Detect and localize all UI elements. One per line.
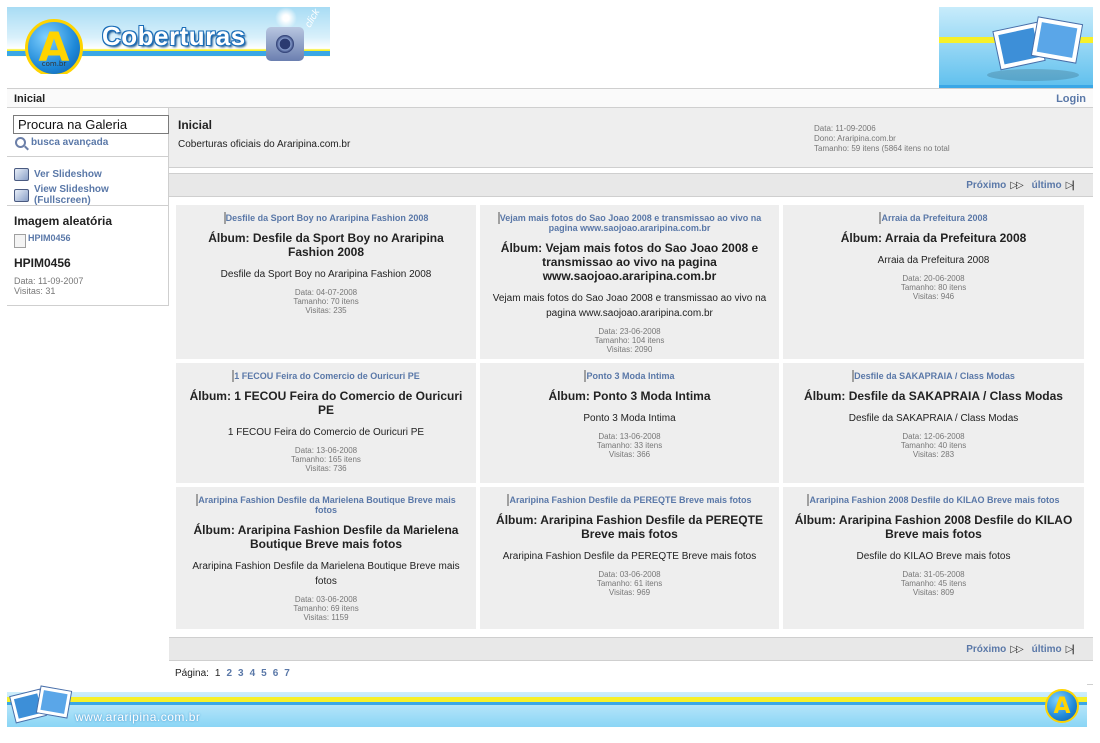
album-item-meta: Data: 23-06-2008 Tamanho: 104 itens Visi… bbox=[594, 327, 665, 354]
album-description: Coberturas oficiais do Araripina.com.br bbox=[178, 139, 351, 150]
login-link[interactable]: Login bbox=[1056, 93, 1086, 105]
header: A com.br Coberturas click bbox=[7, 6, 1093, 88]
photos-banner bbox=[939, 7, 1093, 88]
advanced-search-link[interactable]: busca avançada bbox=[15, 137, 108, 148]
gallery-search-input[interactable] bbox=[13, 115, 169, 134]
album-item: Desfile da Sport Boy no Araripina Fashio… bbox=[176, 205, 476, 359]
album-thumb[interactable]: Araripina Fashion Desfile da Marielena B… bbox=[184, 495, 468, 515]
flash-icon bbox=[275, 7, 297, 29]
album-item-description: 1 FECOU Feira do Comercio de Ouricuri PE bbox=[227, 427, 425, 438]
random-image-thumb[interactable]: HPIM0456 bbox=[14, 233, 71, 248]
album-item-title[interactable]: Álbum: 1 FECOU Feira do Comercio de Ouri… bbox=[184, 389, 468, 417]
album-item-title[interactable]: Álbum: Ponto 3 Moda Intima bbox=[488, 389, 771, 403]
album-item-title[interactable]: Álbum: Arraia da Prefeitura 2008 bbox=[791, 231, 1076, 245]
page-current: 1 bbox=[214, 668, 221, 679]
random-image-heading: Imagem aleatória bbox=[14, 214, 113, 228]
next-page-link[interactable]: Próximo bbox=[966, 180, 1006, 191]
araripina-logo-icon: A com.br bbox=[25, 19, 83, 74]
site-title: Coberturas bbox=[102, 21, 246, 51]
slideshow-icon bbox=[14, 188, 29, 202]
album-item-meta: Data: 03-06-2008 Tamanho: 69 itens Visit… bbox=[293, 595, 359, 622]
album-item-meta: Data: 04-07-2008 Tamanho: 70 itens Visit… bbox=[293, 288, 359, 315]
album-item-description: Vejam mais fotos do Sao Joao 2008 e tran… bbox=[492, 293, 767, 319]
page-link-5[interactable]: 5 bbox=[261, 668, 267, 679]
magnifier-icon bbox=[15, 137, 26, 148]
album-item-description: Arraia da Prefeitura 2008 bbox=[877, 255, 990, 266]
album-item-description: Desfile da SAKAPRAIA / Class Modas bbox=[848, 413, 1019, 424]
album-item-meta: Data: 03-06-2008 Tamanho: 61 itens Visit… bbox=[596, 570, 663, 597]
page-link-3[interactable]: 3 bbox=[238, 668, 244, 679]
album-thumb[interactable]: Araripina Fashion 2008 Desfile do KILAO … bbox=[791, 495, 1076, 505]
album-item: 1 FECOU Feira do Comercio de Ouricuri PE… bbox=[176, 363, 476, 483]
album-item-title[interactable]: Álbum: Desfile da SAKAPRAIA / Class Moda… bbox=[791, 389, 1076, 403]
page-link-4[interactable]: 4 bbox=[250, 668, 256, 679]
album-item-meta: Data: 12-06-2008 Tamanho: 40 itens Visit… bbox=[900, 432, 967, 459]
page: A com.br Coberturas click Inicial Login … bbox=[7, 6, 1093, 727]
album-thumb[interactable]: Arraia da Prefeitura 2008 bbox=[791, 213, 1076, 223]
album-item: Araripina Fashion Desfile da PEREQTE Bre… bbox=[480, 487, 779, 629]
album-item: Ponto 3 Moda Intima Álbum: Ponto 3 Moda … bbox=[480, 363, 779, 483]
last-arrow-icon[interactable]: ▷| bbox=[1066, 644, 1075, 655]
araripina-logo-icon: A bbox=[1045, 689, 1079, 723]
album-item: Arraia da Prefeitura 2008 Álbum: Arraia … bbox=[783, 205, 1084, 359]
pagination: Página: 1 2 3 4 5 6 7 bbox=[169, 661, 1093, 685]
album-item-meta: Data: 13-06-2008 Tamanho: 165 itens Visi… bbox=[291, 446, 361, 473]
album-item: Vejam mais fotos do Sao Joao 2008 e tran… bbox=[480, 205, 779, 359]
next-page-link[interactable]: Próximo bbox=[966, 644, 1006, 655]
navbar: Inicial Login bbox=[7, 88, 1093, 108]
album-item-meta: Data: 20-06-2008 Tamanho: 80 itens Visit… bbox=[900, 274, 967, 301]
album-item-meta: Data: 13-06-2008 Tamanho: 33 itens Visit… bbox=[596, 432, 663, 459]
page-link-6[interactable]: 6 bbox=[273, 668, 279, 679]
last-page-link[interactable]: último bbox=[1032, 180, 1062, 191]
album-item: Araripina Fashion 2008 Desfile do KILAO … bbox=[783, 487, 1084, 629]
random-image-title: HPIM0456 bbox=[14, 256, 71, 270]
album-thumb[interactable]: Araripina Fashion Desfile da PEREQTE Bre… bbox=[488, 495, 771, 505]
next-arrow-icon[interactable]: ▷▷ bbox=[1010, 180, 1023, 191]
last-arrow-icon[interactable]: ▷| bbox=[1066, 180, 1075, 191]
pager-top: Próximo ▷▷ último ▷| bbox=[169, 173, 1093, 197]
album-title: Inicial bbox=[178, 118, 213, 132]
page-link-7[interactable]: 7 bbox=[284, 668, 290, 679]
album-thumb[interactable]: Ponto 3 Moda Intima bbox=[488, 371, 771, 381]
slideshow-fullscreen-link[interactable]: View Slideshow (Fullscreen) bbox=[14, 184, 168, 206]
click-label: click bbox=[303, 7, 323, 30]
album-item-description: Araripina Fashion Desfile da Marielena B… bbox=[192, 561, 460, 587]
album-thumb[interactable]: 1 FECOU Feira do Comercio de Ouricuri PE bbox=[184, 371, 468, 381]
footer-banner: www.araripina.com.br A bbox=[7, 683, 1087, 727]
sidebar: busca avançada Ver Slideshow View Slides… bbox=[7, 108, 169, 306]
breadcrumb: Inicial bbox=[14, 93, 46, 105]
logo-subtext: com.br bbox=[41, 60, 67, 68]
album-item-meta: Data: 31-05-2008 Tamanho: 45 itens Visit… bbox=[900, 570, 967, 597]
footer-url: www.araripina.com.br bbox=[75, 710, 201, 724]
slideshow-link[interactable]: Ver Slideshow bbox=[14, 168, 102, 181]
album-header: Inicial Coberturas oficiais do Araripina… bbox=[169, 108, 1093, 168]
album-item-title[interactable]: Álbum: Araripina Fashion Desfile da PERE… bbox=[488, 513, 771, 541]
album-item-title[interactable]: Álbum: Desfile da Sport Boy no Araripina… bbox=[184, 231, 468, 259]
album-item-description: Desfile da Sport Boy no Araripina Fashio… bbox=[220, 269, 432, 280]
album-item-description: Ponto 3 Moda Intima bbox=[583, 413, 676, 424]
album-item-description: Araripina Fashion Desfile da PEREQTE Bre… bbox=[502, 551, 757, 562]
album-thumb[interactable]: Vejam mais fotos do Sao Joao 2008 e tran… bbox=[488, 213, 771, 233]
next-arrow-icon[interactable]: ▷▷ bbox=[1010, 644, 1023, 655]
album-item-description: Desfile do KILAO Breve mais fotos bbox=[856, 551, 1011, 562]
site-logo-banner[interactable]: A com.br Coberturas click bbox=[7, 7, 330, 74]
photo-frame-icon bbox=[1032, 17, 1082, 63]
last-page-link[interactable]: último bbox=[1032, 644, 1062, 655]
pager-bottom: Próximo ▷▷ último ▷| bbox=[169, 637, 1093, 661]
photo-frame-icon bbox=[36, 686, 72, 718]
album-item-title[interactable]: Álbum: Vejam mais fotos do Sao Joao 2008… bbox=[488, 241, 771, 283]
album-thumb[interactable]: Desfile da Sport Boy no Araripina Fashio… bbox=[184, 213, 468, 223]
album-thumb[interactable]: Desfile da SAKAPRAIA / Class Modas bbox=[791, 371, 1076, 381]
album-item: Araripina Fashion Desfile da Marielena B… bbox=[176, 487, 476, 629]
random-image-meta: Data: 11-09-2007 Visitas: 31 bbox=[14, 276, 84, 296]
album-item-title[interactable]: Álbum: Araripina Fashion 2008 Desfile do… bbox=[791, 513, 1076, 541]
album-item-title[interactable]: Álbum: Araripina Fashion Desfile da Mari… bbox=[184, 523, 468, 551]
album-item: Desfile da SAKAPRAIA / Class Modas Álbum… bbox=[783, 363, 1084, 483]
album-meta: Data: 11-09-2006 Dono: Araripina.com.br … bbox=[814, 124, 950, 153]
slideshow-icon bbox=[14, 168, 29, 181]
pagination-label: Página: bbox=[175, 668, 209, 679]
page-link-2[interactable]: 2 bbox=[226, 668, 232, 679]
camera-icon bbox=[266, 27, 304, 61]
